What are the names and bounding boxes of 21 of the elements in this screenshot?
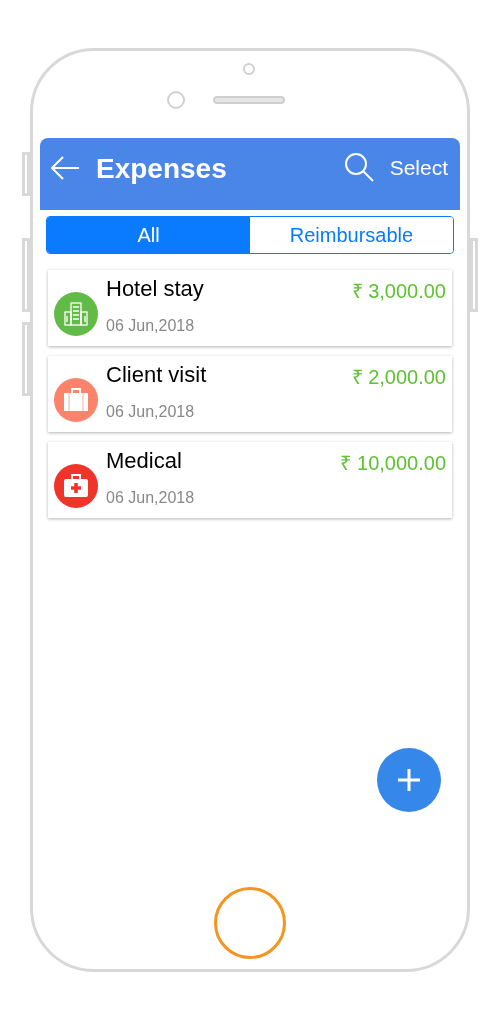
expense-amount: ₹ 10,000.00 [340, 451, 446, 476]
expense-date: 06 Jun,2018 [106, 316, 195, 336]
search-icon[interactable] [343, 152, 374, 182]
expense-date: 06 Jun,2018 [106, 402, 195, 422]
expense-title: Client visit [106, 362, 207, 389]
expense-title: Hotel stay [106, 276, 204, 303]
camera-dot [243, 63, 255, 75]
back-icon[interactable] [50, 156, 80, 180]
filter-tab[interactable]: All [47, 217, 250, 253]
page-title: Expenses [96, 152, 227, 186]
front-camera [167, 91, 185, 109]
plus-icon [397, 768, 421, 792]
speaker-grille [213, 96, 285, 104]
expense-card[interactable]: Medical ₹ 10,000.00 06 Jun,2018 [48, 442, 452, 518]
expense-card[interactable]: Client visit ₹ 2,000.00 06 Jun,2018 [48, 356, 452, 432]
expense-title: Medical [106, 448, 182, 475]
expense-amount: ₹ 2,000.00 [351, 365, 446, 390]
expense-amount: ₹ 3,000.00 [351, 279, 446, 304]
select-button[interactable]: Select [389, 152, 448, 184]
expense-card[interactable]: Hotel stay ₹ 3,000.00 06 Jun,2018 [48, 270, 452, 346]
expense-date: 06 Jun,2018 [106, 488, 195, 508]
